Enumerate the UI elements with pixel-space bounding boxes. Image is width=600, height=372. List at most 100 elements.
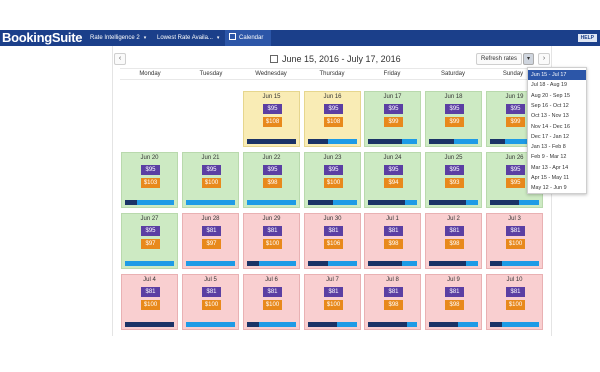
calendar-day-cell[interactable]: Jul 7 $81 $100 bbox=[304, 274, 361, 330]
own-rate-badge: $81 bbox=[384, 287, 403, 297]
period-option[interactable]: May 12 - Jun 9 bbox=[528, 183, 586, 193]
own-rate-badge: $95 bbox=[141, 226, 160, 236]
own-rate-badge: $81 bbox=[445, 287, 464, 297]
weekday-monday: Monday bbox=[139, 71, 161, 77]
compare-rate-badge: $108 bbox=[324, 117, 343, 127]
period-option[interactable]: Jan 13 - Feb 8 bbox=[528, 142, 586, 152]
compare-rate-badge: $98 bbox=[445, 300, 464, 310]
own-rate-badge: $81 bbox=[202, 226, 221, 236]
availability-bar bbox=[247, 261, 296, 266]
availability-bar bbox=[247, 322, 296, 327]
own-rate-badge: $95 bbox=[384, 165, 403, 175]
availability-bar-fill bbox=[490, 261, 503, 266]
period-option[interactable]: Apr 15 - May 11 bbox=[528, 173, 586, 183]
nav-label: Calendar bbox=[239, 35, 264, 41]
compare-rate-badge: $100 bbox=[202, 300, 221, 310]
availability-bar bbox=[186, 322, 235, 327]
availability-bar bbox=[368, 200, 417, 205]
day-date: Jul 9 bbox=[447, 277, 460, 283]
compare-rate-badge: $98 bbox=[384, 239, 403, 249]
own-rate-badge: $95 bbox=[506, 104, 525, 114]
availability-bar-fill bbox=[125, 200, 138, 205]
calendar-day-cell[interactable]: Jun 17 $95 $99 bbox=[364, 91, 421, 147]
period-option[interactable]: Mar 13 - Apr 14 bbox=[528, 163, 586, 173]
refresh-rates-button[interactable]: Refresh rates bbox=[476, 53, 522, 65]
availability-bar-fill bbox=[490, 200, 520, 205]
period-dropdown-toggle[interactable]: ▾ bbox=[523, 53, 534, 65]
calendar-day-cell[interactable]: Jul 9 $81 $98 bbox=[425, 274, 482, 330]
weekday-thursday: Thursday bbox=[319, 71, 345, 77]
calendar-day-cell[interactable]: Jun 21 $95 $100 bbox=[182, 152, 239, 208]
calendar-day-cell[interactable]: Jun 15 $95 $108 bbox=[243, 91, 300, 147]
compare-rate-badge: $99 bbox=[506, 117, 525, 127]
availability-bar bbox=[429, 200, 478, 205]
availability-bar bbox=[308, 200, 357, 205]
calendar-day-cell[interactable]: Jul 2 $81 $98 bbox=[425, 213, 482, 269]
top-navigation-bar: BookingSuite Rate Intelligence 2 ▾ Lowest… bbox=[0, 30, 600, 46]
next-period-button[interactable]: › bbox=[538, 53, 550, 65]
availability-bar-fill bbox=[429, 139, 454, 144]
availability-bar bbox=[125, 261, 174, 266]
availability-bar bbox=[247, 200, 296, 205]
calendar-day-cell[interactable]: Jul 6 $81 $100 bbox=[243, 274, 300, 330]
calendar-day-cell[interactable]: Jun 20 $95 $103 bbox=[121, 152, 178, 208]
calendar-day-cell[interactable]: Jul 3 $81 $100 bbox=[486, 213, 543, 269]
calendar-day-cell[interactable]: Jul 8 $81 $98 bbox=[364, 274, 421, 330]
availability-bar-fill bbox=[247, 322, 260, 327]
help-button[interactable]: HELP bbox=[577, 34, 597, 42]
weekday-wednesday: Wednesday bbox=[255, 71, 287, 77]
booking-suite-logo[interactable]: BookingSuite bbox=[2, 30, 82, 46]
calendar-day-cell[interactable]: Jun 18 $95 $99 bbox=[425, 91, 482, 147]
calendar-day-cell[interactable]: Jun 30 $81 $106 bbox=[304, 213, 361, 269]
period-option[interactable]: Dec 17 - Jan 12 bbox=[528, 132, 586, 142]
period-option[interactable]: Nov 14 - Dec 16 bbox=[528, 122, 586, 132]
calendar-icon bbox=[229, 33, 236, 40]
day-date: Jul 7 bbox=[326, 277, 339, 283]
calendar-day-cell[interactable]: Jul 10 $81 $100 bbox=[486, 274, 543, 330]
period-option[interactable]: Aug 20 - Sep 15 bbox=[528, 91, 586, 101]
weekday-tuesday: Tuesday bbox=[199, 71, 223, 77]
compare-rate-badge: $97 bbox=[141, 239, 160, 249]
day-date: Jul 5 bbox=[204, 277, 217, 283]
day-date: Jul 3 bbox=[508, 216, 521, 222]
availability-bar bbox=[125, 200, 174, 205]
calendar-day-cell[interactable]: Jul 5 $81 $100 bbox=[182, 274, 239, 330]
availability-bar-fill bbox=[308, 139, 328, 144]
calendar-day-cell[interactable]: Jun 24 $95 $94 bbox=[364, 152, 421, 208]
calendar-day-cell[interactable]: Jun 27 $95 $97 bbox=[121, 213, 178, 269]
nav-lowest-rate-availability[interactable]: Lowest Rate Availa... ▾ bbox=[153, 30, 223, 46]
period-option[interactable]: Sep 16 - Oct 12 bbox=[528, 101, 586, 111]
calendar-day-cell[interactable]: Jun 22 $95 $98 bbox=[243, 152, 300, 208]
calendar-day-cell[interactable]: Jun 25 $95 $93 bbox=[425, 152, 482, 208]
availability-bar bbox=[125, 322, 174, 327]
day-date: Jun 27 bbox=[140, 216, 159, 222]
compare-rate-badge: $100 bbox=[324, 300, 343, 310]
period-option[interactable]: Jun 15 - Jul 17 bbox=[528, 70, 586, 80]
nav-rate-intelligence[interactable]: Rate Intelligence 2 ▾ bbox=[86, 30, 150, 46]
period-option[interactable]: Oct 13 - Nov 13 bbox=[528, 111, 586, 121]
day-date: Jun 17 bbox=[383, 94, 402, 100]
period-option[interactable]: Feb 9 - Mar 12 bbox=[528, 152, 586, 162]
calendar-day-cell[interactable]: Jun 29 $81 $100 bbox=[243, 213, 300, 269]
availability-bar bbox=[247, 139, 296, 144]
own-rate-badge: $95 bbox=[324, 104, 343, 114]
weekday-header-row: Monday Tuesday Wednesday Thursday Friday… bbox=[120, 68, 544, 80]
calendar-day-cell[interactable]: Jun 16 $95 $108 bbox=[304, 91, 361, 147]
own-rate-badge: $95 bbox=[384, 104, 403, 114]
nav-calendar[interactable]: Calendar bbox=[225, 30, 271, 46]
calendar-day-cell[interactable]: Jul 4 $81 $100 bbox=[121, 274, 178, 330]
own-rate-badge: $81 bbox=[324, 287, 343, 297]
calendar-day-cell[interactable]: Jul 1 $81 $98 bbox=[364, 213, 421, 269]
nav-label: Lowest Rate Availa... bbox=[157, 35, 213, 41]
date-range-title: June 15, 2016 - July 17, 2016 bbox=[270, 52, 401, 66]
calendar-day-cell[interactable]: Jun 23 $95 $100 bbox=[304, 152, 361, 208]
own-rate-badge: $95 bbox=[445, 165, 464, 175]
day-date: Jun 16 bbox=[323, 94, 342, 100]
previous-period-button[interactable]: ‹ bbox=[114, 53, 126, 65]
period-option[interactable]: Jul 18 - Aug 19 bbox=[528, 80, 586, 90]
day-date: Jun 25 bbox=[444, 155, 463, 161]
availability-bar bbox=[308, 261, 357, 266]
availability-bar bbox=[308, 139, 357, 144]
calendar-day-cell[interactable]: Jun 28 $81 $97 bbox=[182, 213, 239, 269]
availability-bar-fill bbox=[368, 261, 403, 266]
